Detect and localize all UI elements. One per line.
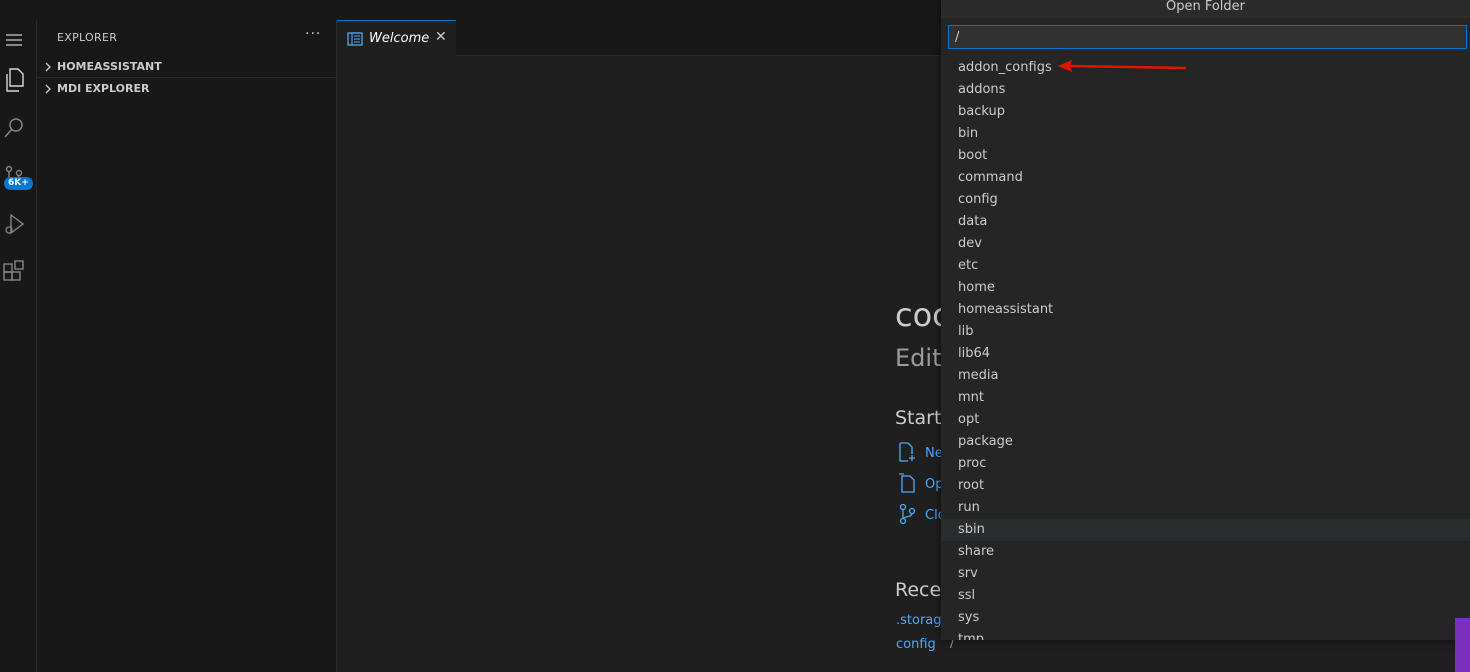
list-item[interactable]: media <box>941 365 1470 387</box>
search-icon[interactable] <box>0 114 28 142</box>
section-homeassistant[interactable]: HOMEASSISTANT <box>37 56 336 78</box>
start-heading: Start <box>895 407 942 429</box>
section-label: MDI EXPLORER <box>57 82 150 95</box>
list-item[interactable]: run <box>941 497 1470 519</box>
quick-pick-title: Open Folder <box>941 0 1470 18</box>
tab-welcome[interactable]: Welcome ✕ <box>337 20 456 56</box>
extensions-icon[interactable] <box>0 258 28 286</box>
list-item[interactable]: bin <box>941 123 1470 145</box>
run-debug-icon[interactable] <box>0 210 28 238</box>
list-item[interactable]: srv <box>941 563 1470 585</box>
list-item[interactable]: addon_configs <box>941 57 1470 79</box>
tab-label: Welcome <box>369 31 430 46</box>
list-item[interactable]: sys <box>941 607 1470 629</box>
open-file-icon <box>898 473 916 497</box>
list-item[interactable]: tmp <box>941 629 1470 640</box>
welcome-subtitle: Edit <box>895 344 942 372</box>
scm-badge: 6K+ <box>4 177 33 190</box>
list-item[interactable]: addons <box>941 79 1470 101</box>
list-item[interactable]: boot <box>941 145 1470 167</box>
list-item[interactable]: share <box>941 541 1470 563</box>
chevron-right-icon <box>43 78 53 108</box>
menu-icon[interactable] <box>0 26 28 54</box>
section-label: HOMEASSISTANT <box>57 60 162 73</box>
list-item[interactable]: lib <box>941 321 1470 343</box>
explorer-title: EXPLORER <box>57 31 118 44</box>
list-item[interactable]: home <box>941 277 1470 299</box>
folder-path-input[interactable] <box>948 25 1467 49</box>
list-item[interactable]: mnt <box>941 387 1470 409</box>
list-item[interactable]: opt <box>941 409 1470 431</box>
new-file-icon <box>898 442 916 466</box>
list-item[interactable]: dev <box>941 233 1470 255</box>
list-item[interactable]: proc <box>941 453 1470 475</box>
list-item[interactable]: command <box>941 167 1470 189</box>
list-item[interactable]: lib64 <box>941 343 1470 365</box>
more-actions-icon[interactable]: ··· <box>305 26 321 42</box>
list-item[interactable]: etc <box>941 255 1470 277</box>
list-item-selected[interactable]: sbin <box>941 519 1470 541</box>
welcome-icon <box>347 32 363 50</box>
list-item[interactable]: ssl <box>941 585 1470 607</box>
folder-list: addon_configs addons backup bin boot com… <box>941 57 1470 640</box>
recent-item-config[interactable]: config <box>896 637 936 652</box>
list-item[interactable]: data <box>941 211 1470 233</box>
annotation-arrow-icon <box>1056 58 1188 78</box>
clone-repo-icon <box>898 503 916 529</box>
files-icon[interactable] <box>0 66 28 94</box>
section-mdi-explorer[interactable]: MDI EXPLORER <box>37 78 336 100</box>
close-icon[interactable]: ✕ <box>435 29 447 45</box>
list-item[interactable]: homeassistant <box>941 299 1470 321</box>
open-folder-quick-pick: Open Folder addon_configs addons backup … <box>941 0 1470 640</box>
activity-bar: 6K+ <box>0 20 37 672</box>
list-item[interactable]: config <box>941 189 1470 211</box>
list-item[interactable]: package <box>941 431 1470 453</box>
explorer-sidebar: EXPLORER ··· HOMEASSISTANT MDI EXPLORER <box>37 20 337 672</box>
recent-item-storage[interactable]: .storag <box>896 613 942 628</box>
corner-accent <box>1455 618 1470 672</box>
list-item[interactable]: backup <box>941 101 1470 123</box>
list-item[interactable]: root <box>941 475 1470 497</box>
